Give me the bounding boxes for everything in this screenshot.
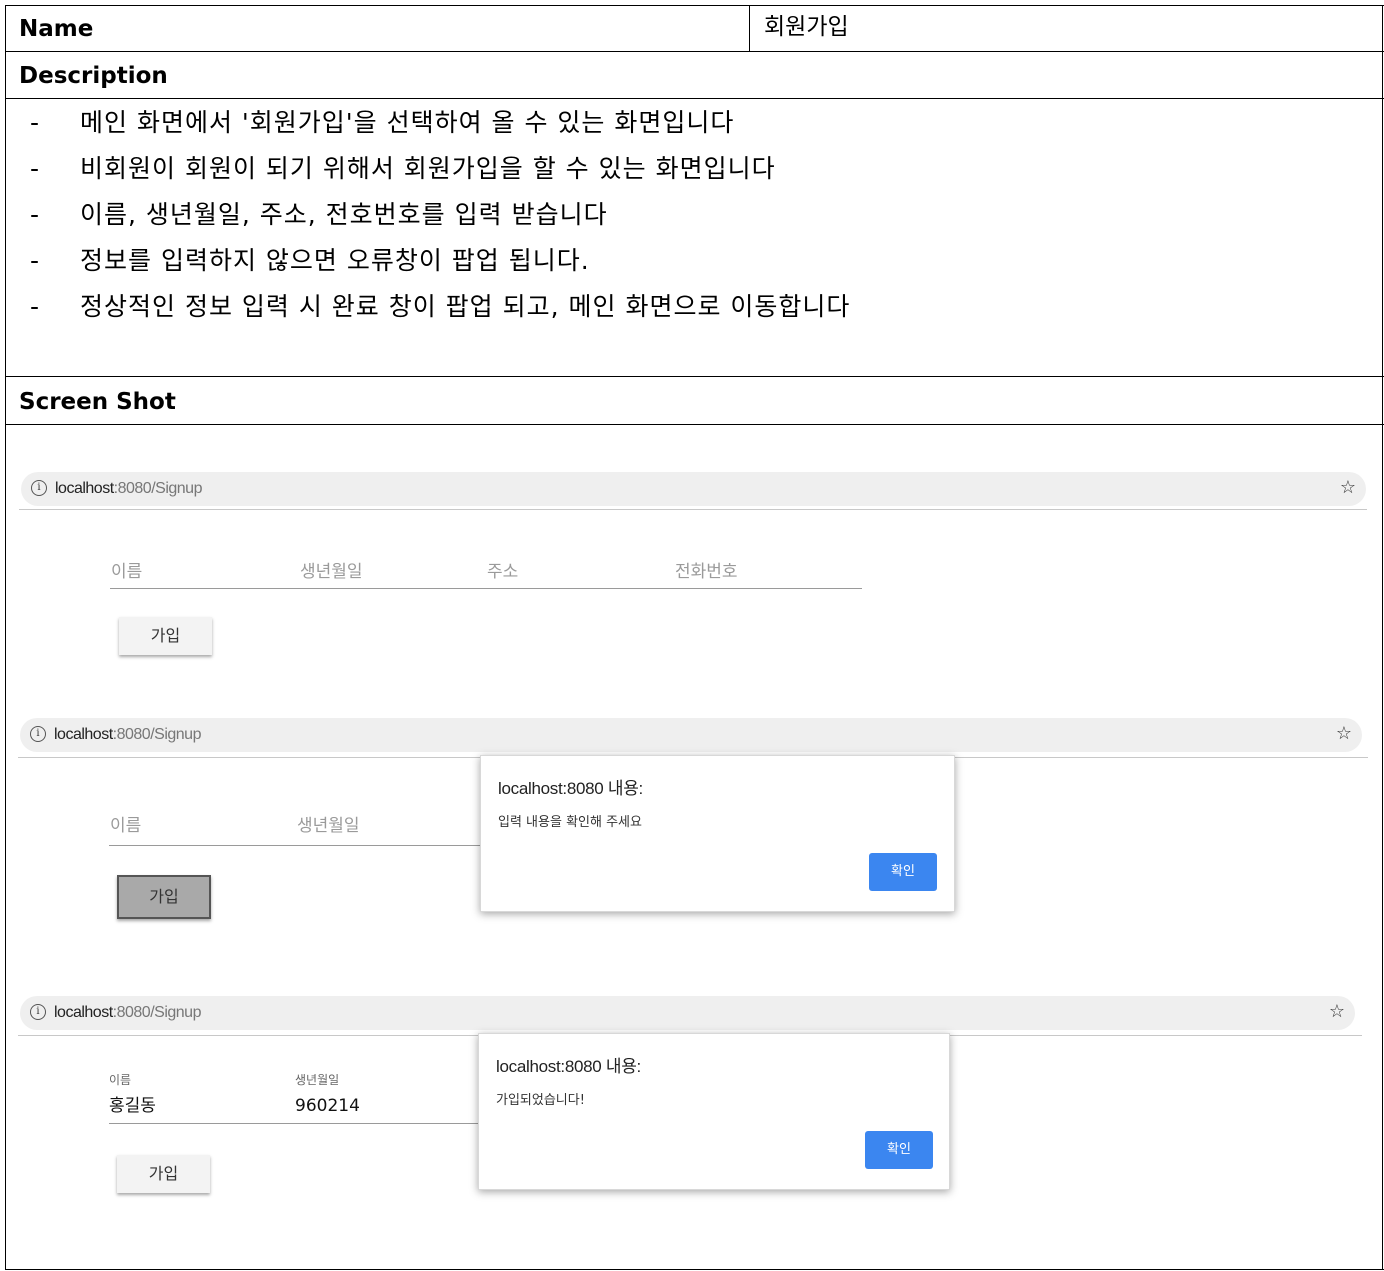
name-field[interactable]: 이름 (111, 561, 142, 583)
bookmark-star-icon[interactable]: ☆ (1336, 723, 1352, 745)
description-item: - 정상적인 정보 입력 시 완료 창이 팝업 되고, 메인 화면으로 이동합니다 (30, 292, 851, 321)
description-item: - 비회원이 회원이 되기 위해서 회원가입을 할 수 있는 화면입니다 (30, 154, 776, 183)
error-alert-dialog: localhost:8080 내용: 입력 내용을 확인해 주세요 확인 (480, 755, 955, 912)
table-border (5, 51, 1384, 52)
address-field[interactable]: 주소 (487, 561, 518, 583)
info-icon[interactable]: i (31, 480, 47, 496)
address-bar[interactable]: i localhost:8080/Signup ☆ (21, 472, 1366, 506)
bullet-dash: - (30, 246, 41, 275)
table-border (5, 98, 1384, 99)
bullet-dash: - (30, 154, 41, 183)
description-item: - 메인 화면에서 '회원가입'을 선택하여 올 수 있는 화면입니다 (30, 108, 735, 137)
description-item: - 이름, 생년월일, 주소, 전호번호를 입력 받습니다 (30, 200, 608, 229)
success-alert-dialog: localhost:8080 내용: 가입되었습니다! 확인 (478, 1033, 950, 1190)
ok-button[interactable]: 확인 (865, 1131, 933, 1169)
field-underline (109, 845, 481, 846)
page-divider (19, 509, 1367, 510)
address-bar[interactable]: i localhost:8080/Signup ☆ (20, 718, 1362, 752)
name-value: 회원가입 (764, 14, 849, 40)
bullet-dash: - (30, 108, 41, 137)
birthdate-input[interactable]: 960214 (295, 1095, 360, 1117)
dialog-title: localhost:8080 내용: (496, 1057, 641, 1076)
document-page: Name 회원가입 Description - 메인 화면에서 '회원가입'을 선… (0, 0, 1384, 1271)
description-item: - 정보를 입력하지 않으면 오류창이 팝업 됩니다. (30, 246, 590, 275)
screenshot-header: Screen Shot (19, 389, 176, 415)
signup-button[interactable]: 가입 (117, 1155, 210, 1193)
signup-button[interactable]: 가입 (117, 875, 211, 919)
url-text: localhost:8080/Signup (55, 480, 202, 497)
birthdate-field[interactable]: 생년월일 (297, 815, 360, 837)
info-icon[interactable]: i (30, 1004, 46, 1020)
description-header: Description (19, 63, 168, 89)
field-underline (109, 1123, 479, 1124)
table-border (5, 376, 1384, 377)
dialog-title: localhost:8080 내용: (498, 779, 643, 798)
dialog-message: 입력 내용을 확인해 주세요 (498, 815, 642, 830)
ok-button[interactable]: 확인 (869, 853, 937, 891)
dialog-message: 가입되었습니다! (496, 1093, 585, 1108)
url-text: localhost:8080/Signup (54, 726, 201, 743)
name-field-label: 이름 (109, 1073, 132, 1087)
url-text: localhost:8080/Signup (54, 1004, 201, 1021)
bullet-dash: - (30, 292, 41, 321)
bookmark-star-icon[interactable]: ☆ (1340, 477, 1356, 499)
name-header: Name (19, 16, 94, 42)
birthdate-field-label: 생년월일 (295, 1073, 340, 1087)
bullet-dash: - (30, 200, 41, 229)
name-field[interactable]: 이름 (110, 815, 141, 837)
bookmark-star-icon[interactable]: ☆ (1329, 1001, 1345, 1023)
table-border (5, 5, 1384, 6)
address-bar[interactable]: i localhost:8080/Signup ☆ (20, 996, 1355, 1030)
table-border (1382, 5, 1383, 1270)
table-border (5, 424, 1384, 425)
info-icon[interactable]: i (30, 726, 46, 742)
field-underline (110, 588, 862, 589)
phone-field[interactable]: 전화번호 (675, 561, 738, 583)
birthdate-field[interactable]: 생년월일 (300, 561, 363, 583)
table-border (5, 1269, 1384, 1270)
name-input[interactable]: 홍길동 (109, 1095, 156, 1117)
table-border (5, 5, 6, 1270)
signup-button[interactable]: 가입 (119, 617, 212, 655)
table-border (749, 5, 750, 52)
